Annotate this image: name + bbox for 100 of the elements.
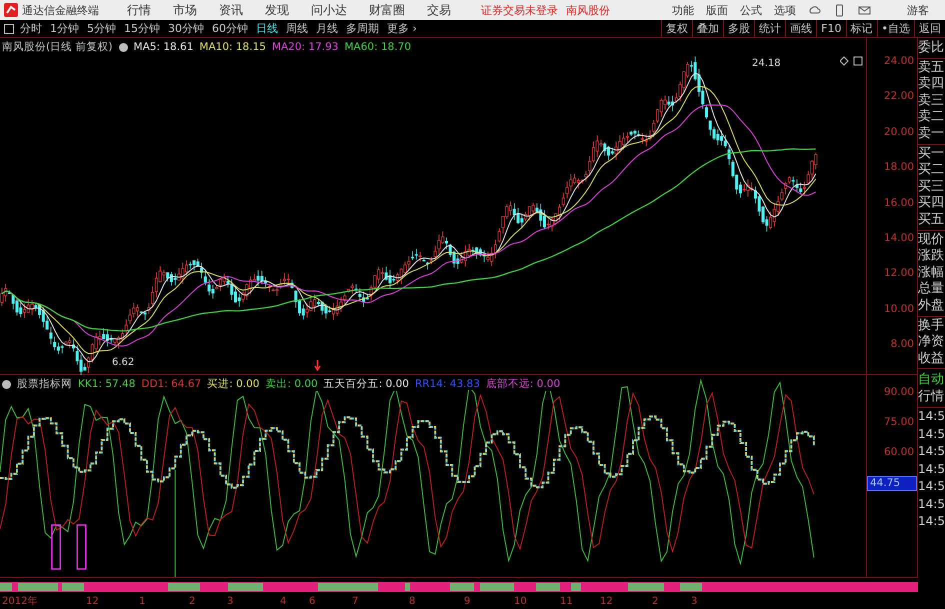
phone-icon[interactable] xyxy=(833,4,846,16)
settings-dot-icon[interactable] xyxy=(118,42,128,52)
trade-time: 14:5 xyxy=(918,460,945,478)
indicator-value: 底部不远: 0.00 xyxy=(486,377,560,391)
axis-tick-label: 90.00 xyxy=(884,386,915,398)
indicator-value: 五天百分五: 0.00 xyxy=(324,377,409,391)
period-tab[interactable]: 60分钟 xyxy=(212,21,248,36)
axis-tick-label: 22.00 xyxy=(884,90,915,102)
menu-item[interactable]: 市场 xyxy=(173,2,197,18)
login-status[interactable]: 证券交易未登录 xyxy=(481,2,558,18)
menu-item[interactable]: 功能 xyxy=(672,2,694,18)
user-name[interactable]: 游客 xyxy=(907,2,929,18)
period-tab[interactable]: 1分钟 xyxy=(50,21,79,36)
mail-icon[interactable] xyxy=(858,4,871,16)
quote-label: 涨幅 xyxy=(918,264,945,282)
axis-tick-label: 10.00 xyxy=(884,302,915,315)
menu-item[interactable]: 问小达 xyxy=(311,2,347,18)
current-value-label: 44.75 xyxy=(867,476,917,491)
app-logo-icon xyxy=(4,3,18,17)
highlight-frame xyxy=(76,524,86,570)
date-axis-label: 1 xyxy=(139,596,146,608)
quote-label: 卖三 xyxy=(918,92,945,109)
period-tab[interactable]: 分时 xyxy=(20,21,42,36)
highlight-frame xyxy=(51,524,62,570)
toolbar-button[interactable]: 多股 xyxy=(723,20,754,37)
date-axis-label: 12 xyxy=(600,596,613,608)
menu-item[interactable]: 版面 xyxy=(706,2,728,18)
high-price-label: 24.18 xyxy=(752,58,781,69)
quote-label: 总量 xyxy=(918,281,945,298)
quote-label: 涨跌 xyxy=(918,248,945,265)
date-axis-label: 2 xyxy=(652,596,658,608)
menu-item[interactable]: 发现 xyxy=(265,2,289,18)
axis-tick-label: 24.00 xyxy=(884,55,915,67)
toolbar-button[interactable]: •自选 xyxy=(876,20,914,37)
panel-toggle-icon[interactable] xyxy=(4,24,14,34)
low-price-label: 6.62 xyxy=(112,357,134,368)
date-axis-label: 11 xyxy=(560,596,573,608)
date-axis-label: 10 xyxy=(514,596,527,608)
menu-item[interactable]: 财富圈 xyxy=(369,2,405,18)
quote-label: 买一 xyxy=(918,146,945,162)
period-tab[interactable]: 5分钟 xyxy=(87,21,116,36)
toolbar-button[interactable]: 叠加 xyxy=(692,20,724,37)
date-axis-label: 2 xyxy=(189,596,196,608)
axis-tick-label: 8.00 xyxy=(890,338,915,350)
quote-label: 净资 xyxy=(918,334,945,351)
quote-label: 换手 xyxy=(918,318,945,334)
toolbar-button[interactable]: F10 xyxy=(816,20,846,37)
axis-tick-label: 12.00 xyxy=(884,267,915,280)
chart-tools-icon[interactable] xyxy=(840,56,864,66)
trade-time: 14:5 xyxy=(918,496,945,513)
quote-label: 外盘 xyxy=(918,298,945,314)
panel-tab[interactable]: 行情 xyxy=(918,388,945,406)
period-tab[interactable]: 周线 xyxy=(286,21,308,36)
quote-label: 现价 xyxy=(918,232,945,248)
date-axis-label: 7 xyxy=(352,596,358,608)
date-axis-label: 9 xyxy=(464,596,470,608)
toolbar-button[interactable]: 返回 xyxy=(914,20,945,37)
quote-label: 买三 xyxy=(918,178,945,196)
quote-label: 收益 xyxy=(918,350,945,368)
axis-tick-label: 20.00 xyxy=(884,126,915,138)
quote-label: 买四 xyxy=(918,195,945,212)
date-axis-label: 3 xyxy=(227,596,234,608)
toolbar-button[interactable]: 画线 xyxy=(785,20,816,37)
indicator-value: KK1: 57.48 xyxy=(78,378,136,390)
menu-item[interactable]: 行情 xyxy=(127,2,151,18)
moving-average-value: MA5: 18.61 xyxy=(134,41,194,53)
date-axis-label: 4 xyxy=(280,596,286,608)
indicator-title: 股票指标网 xyxy=(17,377,72,391)
indicator-value: 买进: 0.00 xyxy=(207,377,260,391)
menu-item[interactable]: 交易 xyxy=(427,2,451,18)
period-tab[interactable]: 多周期 xyxy=(346,21,379,36)
period-tab[interactable]: 30分钟 xyxy=(168,21,204,36)
quote-label: 卖一 xyxy=(918,126,945,143)
axis-tick-label: 18.00 xyxy=(884,161,915,174)
toolbar-button[interactable]: 复权 xyxy=(661,20,692,37)
period-tab[interactable]: 15分钟 xyxy=(124,21,160,36)
panel-tab[interactable]: 自动 xyxy=(918,371,945,388)
app-name: 通达信金融终端 xyxy=(22,2,99,18)
trade-time: 14:5 xyxy=(918,426,945,443)
more-button[interactable]: 更多 › xyxy=(387,21,417,36)
quote-label: 卖五 xyxy=(918,60,945,76)
settings-dot-icon[interactable] xyxy=(2,380,11,388)
axis-tick-label: 75.00 xyxy=(884,416,915,428)
cloud-icon[interactable] xyxy=(808,4,821,16)
trade-time: 14:5 xyxy=(918,513,945,530)
indicator-value: RR14: 43.83 xyxy=(414,378,480,390)
menu-item[interactable]: 选项 xyxy=(774,2,796,18)
chart-title: 南风股份(日线 前复权) xyxy=(2,40,113,54)
toolbar-button[interactable]: 统计 xyxy=(754,20,786,37)
toolbar-button[interactable]: 标记 xyxy=(846,20,876,37)
quote-label: 委比 xyxy=(918,40,945,57)
date-axis-label: 3 xyxy=(691,596,698,608)
trade-time: 14:5 xyxy=(918,408,945,426)
period-tab[interactable]: 日线 xyxy=(256,21,278,36)
menu-item[interactable]: 公式 xyxy=(740,2,762,18)
period-tab[interactable]: 月线 xyxy=(316,21,338,36)
menu-item[interactable]: 资讯 xyxy=(219,2,243,18)
quote-label: 买二 xyxy=(918,162,945,179)
indicator-value: 卖出: 0.00 xyxy=(265,377,318,391)
axis-tick-label: 60.00 xyxy=(884,446,915,458)
